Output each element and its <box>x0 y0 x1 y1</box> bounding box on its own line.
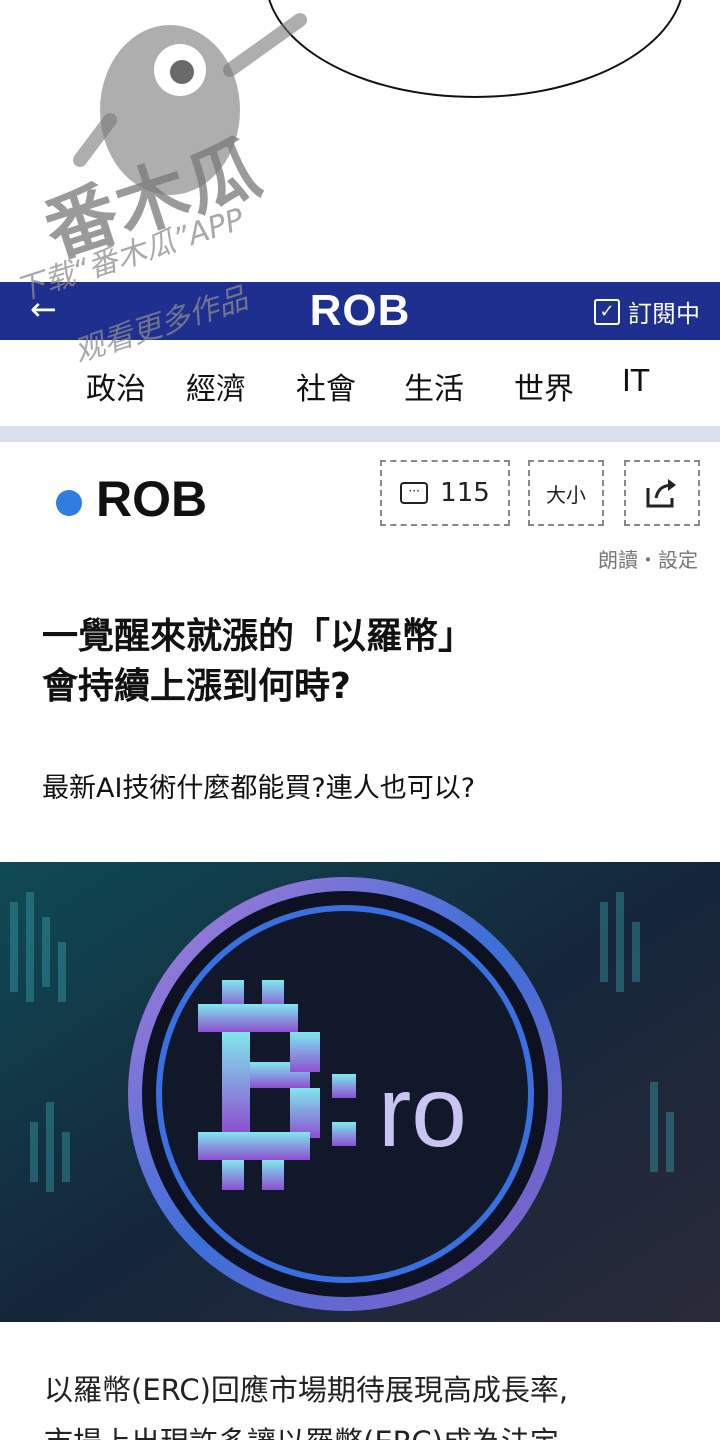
tab-society[interactable]: 社會 <box>296 364 356 408</box>
tab-politics[interactable]: 政治 <box>86 364 146 408</box>
comic-top-panel <box>0 0 720 282</box>
comments-button[interactable]: ··· 115 <box>380 460 510 526</box>
speech-bubble <box>265 0 685 98</box>
share-icon <box>646 479 676 508</box>
article-headline: 一覺醒來就漲的「以羅幣」 會持續上漲到何時? <box>42 612 682 712</box>
body-line1: 以羅幣(ERC)回應市場期待展現高成長率, <box>44 1373 569 1407</box>
app-header: ← ROB ✓ 訂閱中 <box>0 282 720 340</box>
nav-divider <box>0 426 720 442</box>
share-button[interactable] <box>624 460 700 526</box>
comment-icon: ··· <box>400 482 429 504</box>
subscribe-toggle[interactable]: ✓ 訂閱中 <box>594 294 700 329</box>
font-size-button[interactable]: 大小 <box>528 460 604 526</box>
tab-economy[interactable]: 經濟 <box>186 364 246 408</box>
hero-image: ro <box>0 862 720 1322</box>
comment-count: 115 <box>440 478 490 508</box>
hero-logo-text: ro <box>378 1056 467 1168</box>
tab-world[interactable]: 世界 <box>514 364 574 408</box>
read-settings-link[interactable]: 朗讀・設定 <box>598 544 698 573</box>
subscribe-label: 訂閱中 <box>628 300 700 328</box>
category-nav: 政治 經濟 社會 生活 世界 IT <box>0 340 720 426</box>
font-size-label: 大小 <box>546 482 586 507</box>
source-name: ROB <box>96 471 208 527</box>
tab-it[interactable]: IT <box>622 364 649 399</box>
checkbox-icon[interactable]: ✓ <box>594 298 620 325</box>
source-dot-icon <box>56 490 82 516</box>
article-subheadline: 最新AI技術什麼都能買?連人也可以? <box>42 773 476 804</box>
tab-life[interactable]: 生活 <box>404 364 464 408</box>
headline-line2: 會持續上漲到何時? <box>42 666 351 707</box>
article-body: 以羅幣(ERC)回應市場期待展現高成長率, 市場上出現許多讓以羅幣(ERC)成為… <box>44 1364 684 1440</box>
headline-line1: 一覺醒來就漲的「以羅幣」 <box>42 616 475 657</box>
body-line2: 市場上出現許多讓以羅幣(ERC)成為法定 <box>44 1416 684 1440</box>
